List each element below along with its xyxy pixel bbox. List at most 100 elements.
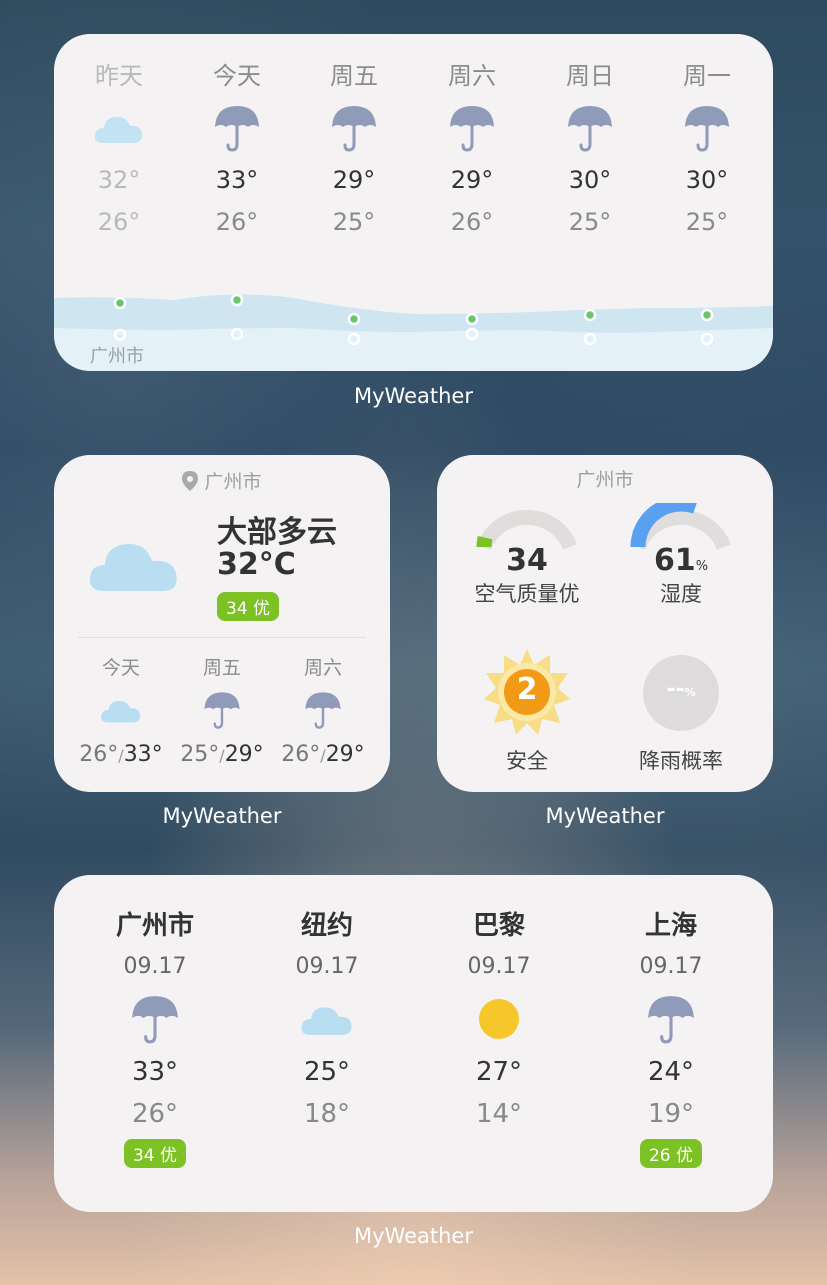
high-point [113,296,127,310]
high-point [465,312,479,326]
umbrella-icon [299,100,409,156]
umbrella-icon [535,100,645,156]
humidity-value: 61 [653,543,696,578]
details-widget[interactable]: 广州市 34 空气质量优 61% 湿度 2 安全 --% 降雨概率 [437,455,773,792]
mini-forecast-day: 周六 26°/29° [273,653,373,767]
low-temp: 25° [180,742,220,767]
high-temp: 29° [224,742,264,767]
day-label: 周日 [566,62,614,90]
forecast-day: 周一 30° 25° [652,56,762,236]
cloud-icon [64,100,174,156]
high-temp: 33° [123,742,163,767]
day-label: 周五 [330,62,378,90]
day-label: 周五 [202,657,241,679]
high-temp: 25° [303,1057,351,1087]
condition-text: 大部多云 [217,515,337,550]
cloud-icon [71,688,171,732]
city-column[interactable]: 广州市 09.17 33° 26° 34 优 [75,905,235,1168]
umbrella-icon [417,100,527,156]
high-temp: 24° [647,1057,695,1087]
day-label: 今天 [213,62,261,90]
low-temp: 26° [131,1099,179,1129]
high-temp: 27° [475,1057,523,1087]
low-point [230,327,244,341]
widget-caption: MyWeather [545,804,665,828]
cities-widget[interactable]: 广州市 09.17 33° 26° 34 优 纽约 09.17 25° 18° … [54,875,773,1212]
rain-value: -- [666,677,685,702]
city-name: 上海 [644,911,697,941]
umbrella-icon [591,991,751,1047]
city-column[interactable]: 巴黎 09.17 27° 14° [419,905,579,1165]
low-temp: 26° [450,208,494,236]
low-temp: 19° [647,1099,695,1129]
umbrella-icon [273,688,373,732]
high-temp: 29° [332,166,376,194]
high-temp: 30° [568,166,612,194]
current-temperature: 32°C [217,547,296,582]
forecast-day: 昨天 32° 26° [64,56,174,236]
uv-value: 2 [516,672,538,707]
low-point [347,332,361,346]
low-temp: 14° [475,1099,523,1129]
current-weather-widget[interactable]: 广州市 大部多云 32°C 34 优 今天 26°/33° 周五 25°/29°… [54,455,390,792]
forecast-widget[interactable]: 昨天 32° 26° 今天 33° 26° 周五 29° 25° 周六 29° … [54,34,773,371]
low-temp: 26° [79,742,119,767]
cloud-icon [247,991,407,1047]
aqi-label: 空气质量优 [474,582,580,606]
widget-caption: MyWeather [354,1224,473,1248]
low-temp: 25° [568,208,612,236]
forecast-day: 周六 29° 26° [417,56,527,236]
high-temp: 32° [97,166,141,194]
forecast-day: 周五 29° 25° [299,56,409,236]
temperature-band [54,293,773,371]
sun-icon: 2 [482,647,572,737]
high-temp: 29° [450,166,494,194]
sun-icon [419,991,579,1047]
low-point [465,327,479,341]
aqi-cell: 34 空气质量优 [452,503,602,608]
humidity-unit: % [695,559,709,574]
location-name: 广州市 [576,469,634,491]
umbrella-icon [182,100,292,156]
city-name: 纽约 [300,911,353,941]
divider [78,637,366,638]
rain-unit: % [684,686,696,699]
umbrella-icon [652,100,762,156]
uv-label: 安全 [506,749,548,773]
high-temp: 33° [215,166,259,194]
umbrella-icon [172,688,272,732]
high-point [583,308,597,322]
low-point [113,328,127,342]
city-name: 广州市 [115,911,194,941]
forecast-day: 周日 30° 25° [535,56,645,236]
city-column[interactable]: 纽约 09.17 25° 18° [247,905,407,1165]
low-temp: 18° [303,1099,351,1129]
widget-caption: MyWeather [354,384,473,408]
location-row: 广州市 [54,467,390,494]
low-temp: 25° [685,208,729,236]
day-label: 周六 [303,657,342,679]
mini-forecast-day: 今天 26°/33° [71,653,171,767]
low-temp: 25° [332,208,376,236]
city-date: 09.17 [467,954,531,979]
high-temp: 30° [685,166,729,194]
rain-probability-circle: --% [643,655,719,731]
day-label: 昨天 [95,62,143,90]
umbrella-icon [75,991,235,1047]
low-temp: 26° [97,208,141,236]
day-label: 周一 [683,62,731,90]
low-point [583,332,597,346]
aqi-gauge-fill [476,535,493,548]
low-temp: 26° [281,742,321,767]
city-column[interactable]: 上海 09.17 24° 19° 26 优 [591,905,751,1168]
city-date: 09.17 [639,954,703,979]
low-point [700,332,714,346]
humidity-cell: 61% 湿度 [606,496,756,608]
mini-forecast-day: 周五 25°/29° [172,653,272,767]
aqi-value: 34 [506,543,548,578]
forecast-day: 今天 33° 26° [182,56,292,236]
high-temp: 33° [131,1057,179,1087]
day-label: 周六 [448,62,496,90]
rain-label: 降雨概率 [639,749,723,773]
city-name: 巴黎 [472,911,525,941]
